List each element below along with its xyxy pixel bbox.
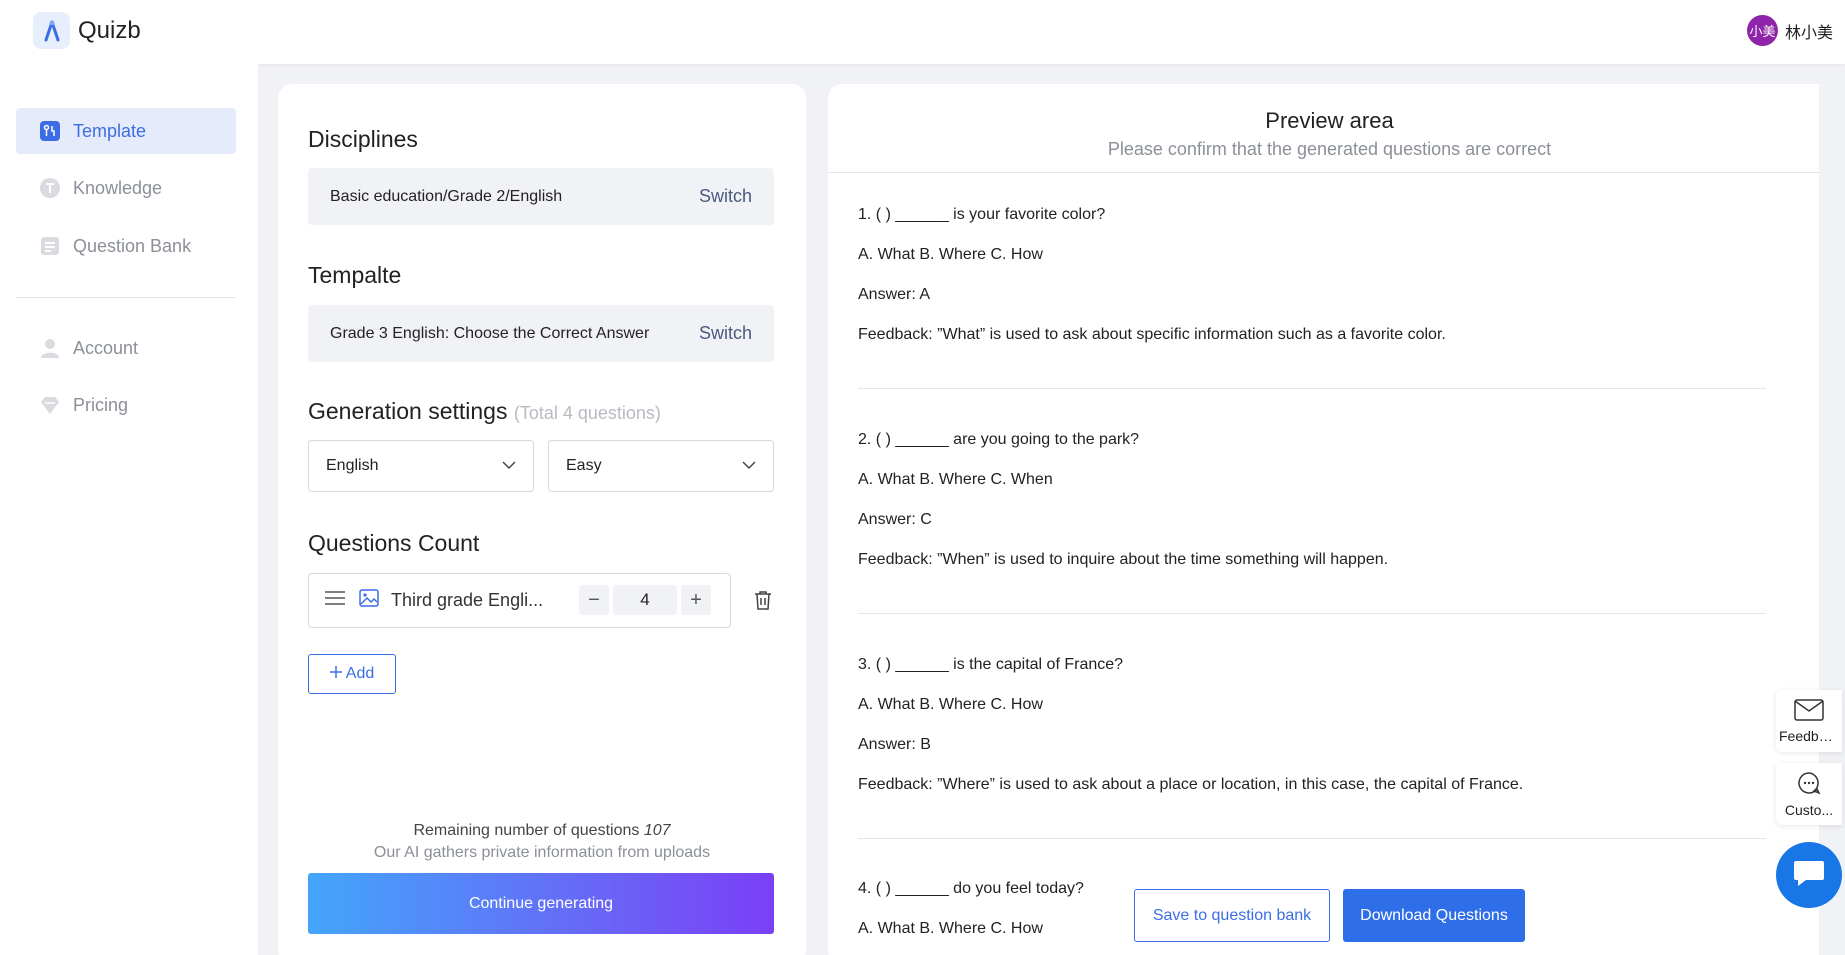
question-separator	[858, 838, 1766, 839]
increment-button[interactable]: +	[681, 585, 711, 615]
generation-form-panel: Disciplines Basic education/Grade 2/Engl…	[278, 84, 806, 955]
sidebar-item-label: Question Bank	[73, 235, 192, 256]
customer-service-label: Custo...	[1784, 801, 1834, 818]
chevron-down-icon	[742, 457, 756, 475]
language-select-value: English	[326, 457, 379, 474]
preview-panel: Preview area Please confirm that the gen…	[828, 84, 1831, 955]
difficulty-select[interactable]: Easy	[548, 440, 774, 492]
generation-settings-title: Generation settings (Total 4 questions)	[308, 398, 661, 425]
sidebar-item-pricing[interactable]: Pricing	[16, 382, 236, 428]
generation-settings-label: Generation settings	[308, 398, 508, 424]
question-separator	[858, 613, 1766, 614]
brand-name: Quizb	[78, 17, 141, 44]
question-text: 3. ( ) ______ is the capital of France?	[858, 656, 1124, 673]
template-icon	[39, 120, 61, 142]
sidebar-item-label: Template	[73, 120, 147, 141]
customer-service-widget[interactable]: Custo...	[1776, 763, 1842, 825]
question-text: 4. ( ) ______ do you feel today?	[858, 880, 1084, 897]
preview-divider	[828, 172, 1831, 173]
live-chat-button[interactable]	[1776, 842, 1842, 908]
quantity-stepper: − 4 +	[579, 585, 711, 615]
generation-total: (Total 4 questions)	[513, 403, 661, 423]
sidebar-divider	[16, 297, 236, 298]
chat-icon	[1797, 771, 1821, 798]
remaining-label: Remaining number of questions	[413, 822, 640, 839]
add-button-label: Add	[345, 665, 375, 682]
language-select[interactable]: English	[308, 440, 534, 492]
question-options: A. What B. Where C. When	[858, 471, 1053, 488]
account-icon	[39, 337, 61, 359]
sidebar-item-label: Pricing	[73, 394, 129, 415]
question-type-name: Third grade Engli...	[391, 590, 544, 610]
pricing-icon	[39, 394, 61, 416]
sidebar: Template Knowledge Question Bank Account…	[0, 64, 258, 955]
discipline-box: Basic education/Grade 2/English Switch	[308, 168, 774, 225]
template-box: Grade 3 English: Choose the Correct Answ…	[308, 305, 774, 362]
question-answer: Answer: A	[858, 286, 931, 303]
sidebar-item-knowledge[interactable]: Knowledge	[16, 165, 236, 211]
question-options: A. What B. Where C. How	[858, 246, 1043, 263]
knowledge-icon	[39, 177, 61, 199]
question-options: A. What B. Where C. How	[858, 920, 1043, 937]
decrement-button[interactable]: −	[579, 585, 609, 615]
plus-icon	[329, 665, 342, 683]
continue-generating-button[interactable]: Continue generating	[308, 873, 774, 934]
save-to-question-bank-button[interactable]: Save to question bank	[1134, 889, 1330, 942]
remaining-value: 107	[643, 822, 671, 839]
quizb-logo-icon[interactable]	[33, 12, 70, 49]
question-options: A. What B. Where C. How	[858, 696, 1043, 713]
ai-note: Our AI gathers private information from …	[373, 844, 711, 861]
preview-title: Preview area	[1265, 108, 1394, 133]
template-switch-button[interactable]: Switch	[699, 323, 752, 344]
question-type-row: Third grade Engli... − 4 +	[308, 573, 731, 628]
avatar[interactable]: 小美	[1746, 15, 1778, 46]
question-separator	[858, 388, 1766, 389]
preview-subtitle: Please confirm that the generated questi…	[1107, 139, 1552, 159]
sidebar-item-account[interactable]: Account	[16, 325, 236, 371]
chat-bubble-icon	[1792, 858, 1826, 893]
feedback-widget[interactable]: Feedback	[1776, 690, 1842, 752]
question-feedback: Feedback: ”When” is used to inquire abou…	[858, 551, 1389, 568]
top-header: Quizb 小美 林小美	[0, 0, 1845, 64]
feedback-label: Feedback	[1779, 727, 1839, 744]
remaining-questions: Remaining number of questions 107	[278, 822, 806, 840]
question-feedback: Feedback: ”What” is used to ask about sp…	[858, 326, 1446, 343]
username[interactable]: 林小美	[1785, 19, 1833, 43]
template-value: Grade 3 English: Choose the Correct Answ…	[330, 324, 650, 342]
question-answer: Answer: C	[858, 511, 932, 528]
question-feedback: Feedback: ”Where” is used to ask about a…	[858, 776, 1524, 793]
sidebar-item-label: Account	[73, 337, 139, 358]
discipline-switch-button[interactable]: Switch	[699, 186, 752, 207]
disciplines-title: Disciplines	[308, 126, 418, 152]
image-icon	[359, 589, 379, 612]
question-count-input[interactable]: 4	[613, 585, 677, 615]
question-bank-icon	[39, 235, 61, 257]
sidebar-item-question-bank[interactable]: Question Bank	[16, 223, 236, 269]
sidebar-item-template[interactable]: Template	[16, 108, 236, 154]
chevron-down-icon	[502, 457, 516, 475]
question-answer: Answer: B	[858, 736, 931, 753]
mail-icon	[1794, 698, 1824, 724]
question-text: 1. ( ) ______ is your favorite color?	[858, 206, 1106, 223]
discipline-value: Basic education/Grade 2/English	[330, 187, 563, 205]
drag-handle-icon[interactable]	[325, 590, 345, 611]
difficulty-select-value: Easy	[566, 457, 602, 474]
download-questions-button[interactable]: Download Questions	[1343, 889, 1525, 942]
user-menu[interactable]: 小美 林小美	[1746, 15, 1833, 46]
question-text: 2. ( ) ______ are you going to the park?	[858, 431, 1140, 448]
questions-count-title: Questions Count	[308, 530, 480, 556]
add-question-type-button[interactable]: Add	[308, 654, 396, 694]
template-title: Tempalte	[308, 262, 402, 288]
trash-icon[interactable]	[752, 589, 774, 611]
sidebar-item-label: Knowledge	[73, 177, 163, 198]
